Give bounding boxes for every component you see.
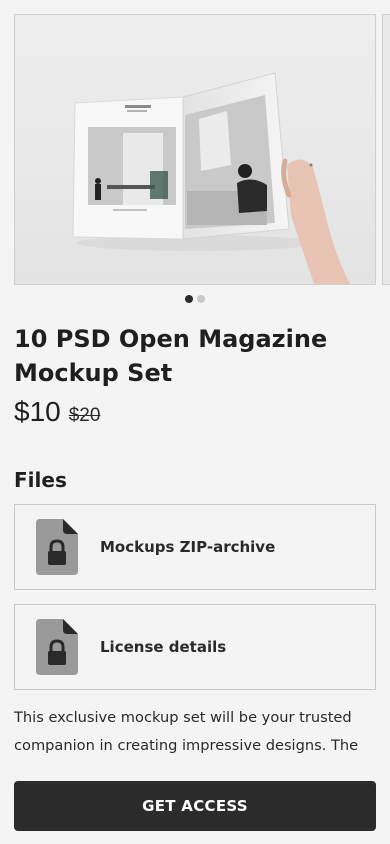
carousel-dot-2[interactable] — [197, 295, 205, 303]
file-item-label: Mockups ZIP-archive — [100, 538, 276, 556]
carousel-slide[interactable] — [14, 14, 376, 285]
get-access-button[interactable]: GET ACCESS — [14, 781, 376, 831]
file-item-license-details[interactable]: License details — [14, 604, 376, 690]
carousel-pagination — [0, 295, 390, 303]
product-description: This exclusive mockup set will be your t… — [14, 709, 359, 754]
sticky-bottom-bar: GET ACCESS — [0, 768, 390, 844]
carousel-next-slide-peek[interactable] — [382, 14, 390, 285]
image-carousel[interactable] — [14, 14, 390, 285]
product-title: 10 PSD Open Magazine Mockup Set — [14, 325, 328, 387]
files-heading: Files — [14, 468, 67, 492]
original-price: $20 — [68, 405, 101, 426]
current-price: $10 — [14, 396, 61, 427]
magazine-mockup-image — [15, 15, 375, 284]
locked-file-icon — [36, 619, 78, 675]
product-page: 10 PSD Open Magazine Mockup Set $10 $20 … — [0, 0, 390, 844]
file-item-mockups-zip[interactable]: Mockups ZIP-archive — [14, 504, 376, 590]
file-item-label: License details — [100, 638, 227, 656]
carousel-dot-1[interactable] — [185, 295, 193, 303]
locked-file-icon — [36, 519, 78, 575]
price-row: $10 $20 — [14, 396, 100, 428]
